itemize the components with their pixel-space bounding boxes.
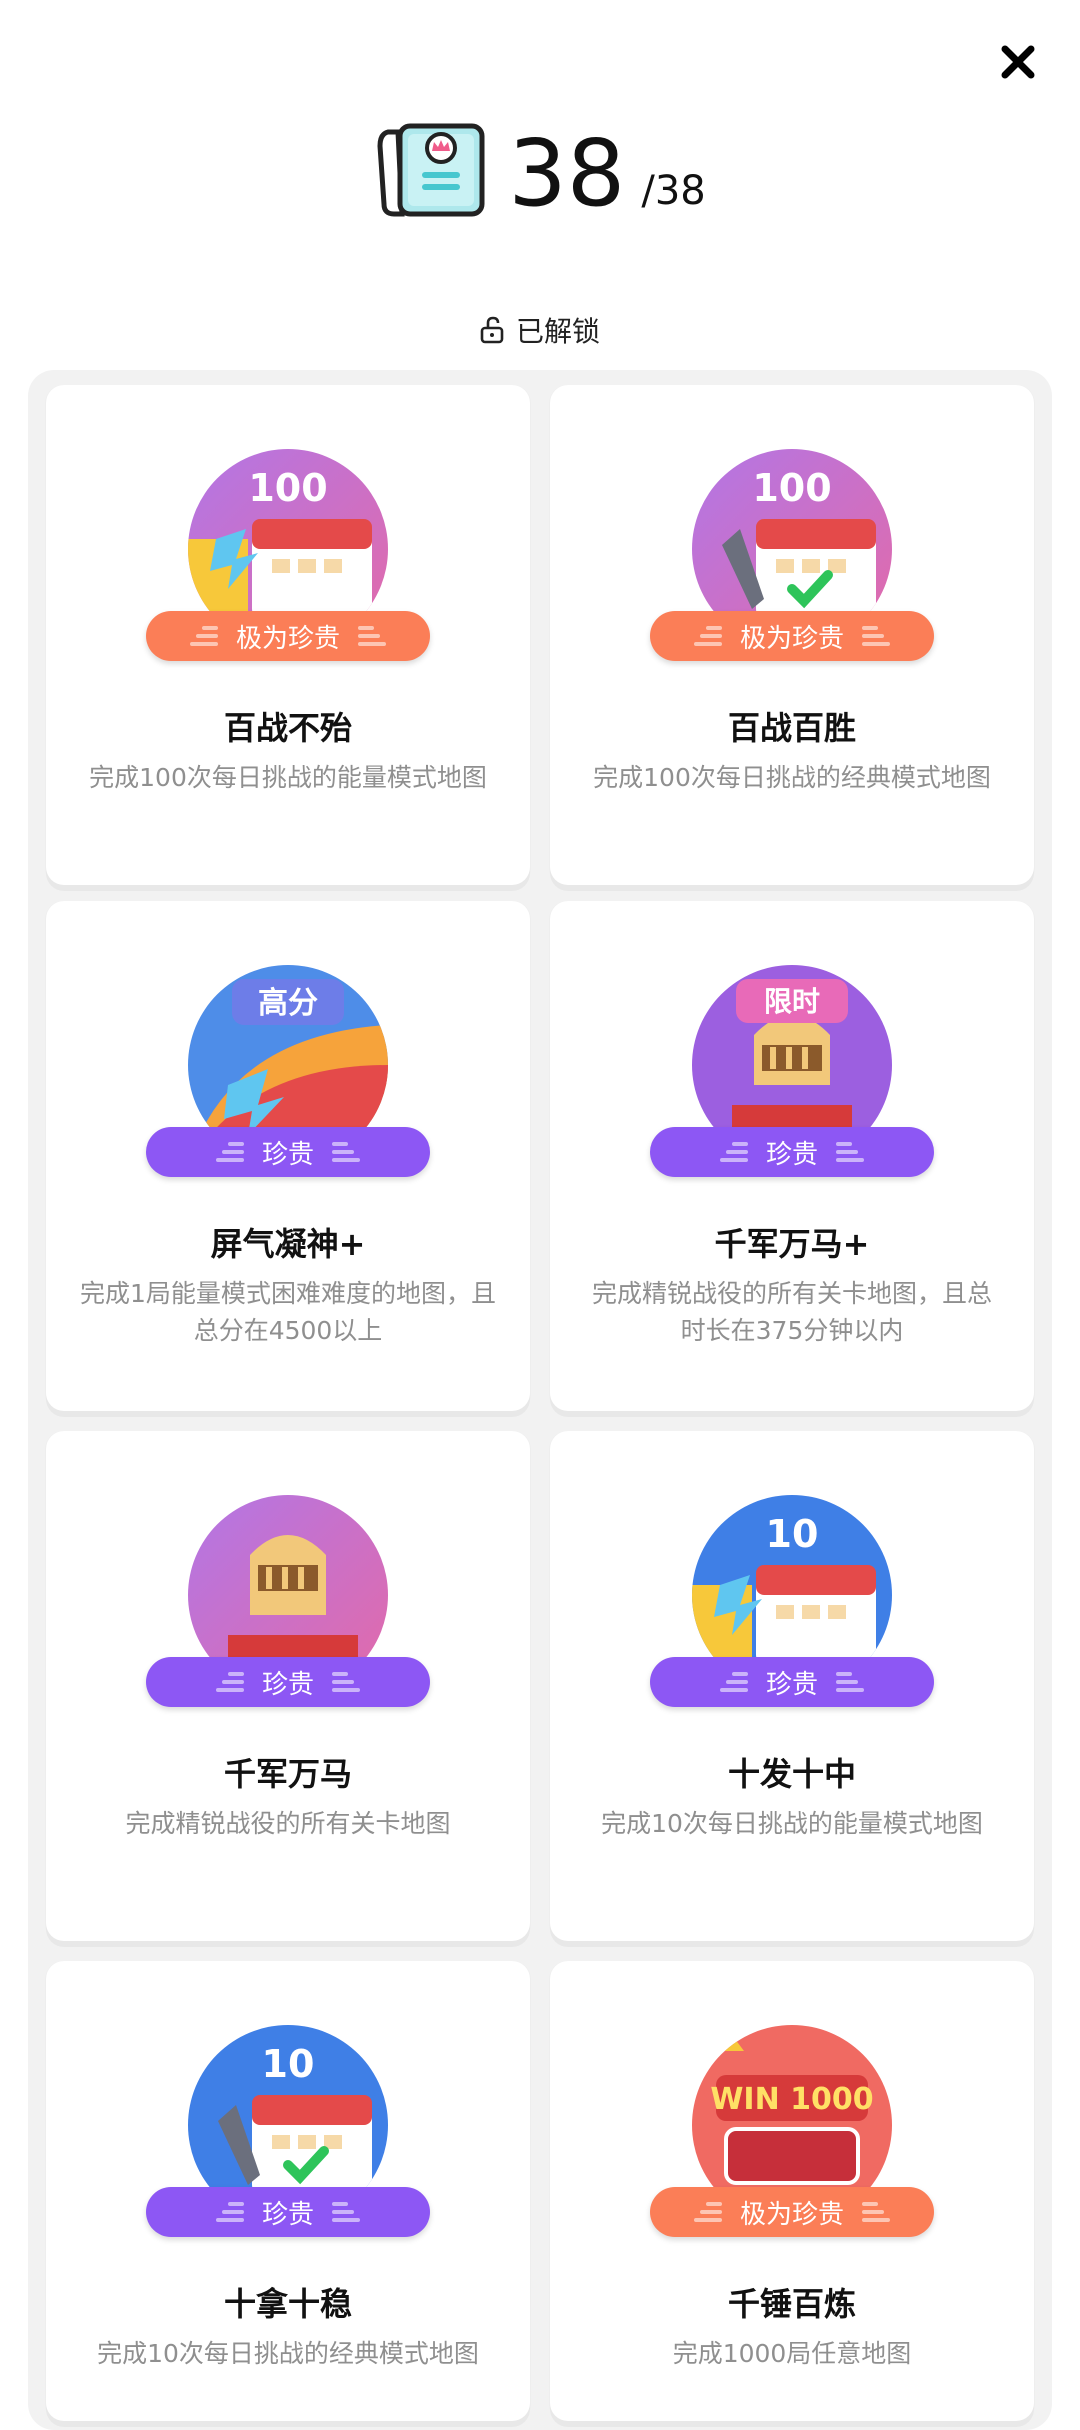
rarity-label: 极为珍贵 (739, 623, 844, 654)
achievement-card[interactable]: 100 极为珍贵 百战不殆 完成100次每日挑战的能量模式地图 (46, 385, 530, 885)
unlocked-filter[interactable]: 已解锁 (0, 310, 1080, 350)
rarity-label: 珍贵 (261, 2199, 314, 2230)
achievement-card[interactable]: 10 珍贵 十发十中 完成10次每日挑战的能量模式地图 (550, 1431, 1034, 1941)
achievement-desc: 完成1局能量模式困难难度的地图，且总分在4500以上 (80, 1279, 496, 1345)
medal-text: WIN 1000 (710, 2082, 873, 2117)
achievement-count: 38 (508, 120, 626, 227)
rarity-label: 珍贵 (261, 1139, 314, 1170)
achievement-card[interactable]: 10 珍贵 十拿十稳 完成10次每日挑战的经典模式地图 (46, 1961, 530, 2421)
achievement-card[interactable]: 100 极为珍贵 百战百胜 完成100次每日挑战的经典模式地图 (550, 385, 1034, 885)
unlock-icon (480, 316, 504, 344)
achievement-desc: 完成10次每日挑战的能量模式地图 (601, 1809, 983, 1838)
achievement-card[interactable]: 限时 珍贵 千军万马+ 完成精锐战役的所有关卡地图，且总时长在375分钟以内 (550, 901, 1034, 1411)
achievement-card[interactable]: WIN 1000 极为珍贵 千锤百炼 完成1000局任意地图 (550, 1961, 1034, 2421)
rarity-pill: 珍贵 (146, 2187, 430, 2237)
rarity-pill: 珍贵 (650, 1127, 934, 1177)
achievement-desc: 完成100次每日挑战的能量模式地图 (89, 763, 487, 792)
achievement-desc: 完成10次每日挑战的经典模式地图 (97, 2339, 479, 2368)
rarity-label: 极为珍贵 (739, 2199, 844, 2230)
rarity-label: 珍贵 (261, 1669, 314, 1700)
rarity-pill: 极为珍贵 (650, 2187, 934, 2237)
medal-text: 100 (248, 466, 327, 510)
rarity-pill: 极为珍贵 (650, 611, 934, 661)
rarity-label: 珍贵 (765, 1669, 818, 1700)
achievement-title: 百战不殆 (223, 709, 352, 747)
achievement-desc: 完成精锐战役的所有关卡地图，且总时长在375分钟以内 (591, 1279, 992, 1345)
rarity-pill: 珍贵 (146, 1657, 430, 1707)
rarity-label: 极为珍贵 (235, 623, 340, 654)
achievement-desc: 完成1000局任意地图 (672, 2339, 912, 2368)
achievement-desc: 完成100次每日挑战的经典模式地图 (593, 763, 991, 792)
rarity-label: 珍贵 (765, 1139, 818, 1170)
achievement-book-icon (377, 123, 485, 217)
medal-text: 高分 (258, 986, 318, 1021)
achievement-title: 千军万马+ (714, 1225, 870, 1263)
achievement-card[interactable]: 珍贵 千军万马 完成精锐战役的所有关卡地图 (46, 1431, 530, 1941)
achievement-title: 屏气凝神+ (210, 1225, 366, 1263)
achievement-card[interactable]: 高分 珍贵 屏气凝神+ 完成1局能量模式困难难度的地图，且总分在4500以上 (46, 901, 530, 1411)
achievement-desc: 完成精锐战役的所有关卡地图 (125, 1809, 451, 1838)
achievement-title: 百战百胜 (727, 709, 856, 747)
achievement-header: 38 /38 (0, 110, 1080, 230)
medal-text: 10 (766, 1512, 819, 1556)
achievement-title: 千军万马 (223, 1755, 352, 1793)
close-button[interactable] (990, 34, 1046, 90)
achievement-title: 十拿十稳 (223, 2285, 352, 2323)
achievement-title: 千锤百炼 (727, 2285, 856, 2323)
medal-text: 100 (752, 466, 831, 510)
rarity-pill: 珍贵 (146, 1127, 430, 1177)
rarity-pill: 极为珍贵 (146, 611, 430, 661)
achievement-title: 十发十中 (727, 1755, 856, 1793)
close-icon (1001, 45, 1035, 79)
medal-text: 10 (262, 2042, 315, 2086)
medal-text: 限时 (764, 985, 820, 1018)
rarity-pill: 珍贵 (650, 1657, 934, 1707)
achievement-total: /38 (641, 168, 706, 214)
unlocked-label: 已解锁 (515, 315, 600, 348)
